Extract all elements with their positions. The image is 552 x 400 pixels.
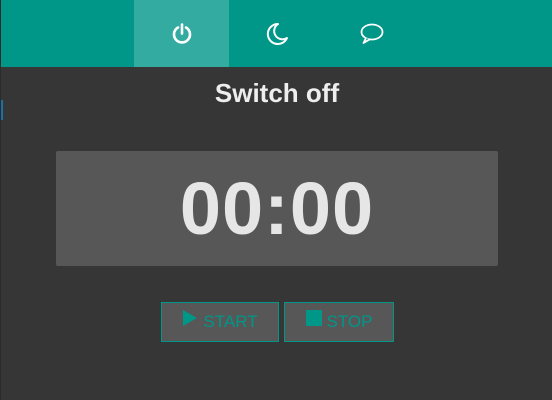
timer-panel: 00:00: [56, 151, 498, 266]
top-navigation-bar: [1, 0, 552, 67]
page-title: Switch off: [214, 78, 340, 108]
tab-power[interactable]: [134, 0, 229, 67]
app-window: Switch off 00:00 START STOP: [0, 0, 552, 400]
timer-display: 00:00: [179, 166, 375, 250]
tab-messages[interactable]: [324, 0, 419, 67]
start-button-label: START: [203, 312, 258, 331]
chat-bubble-icon: [359, 22, 385, 46]
stop-icon: [305, 309, 322, 331]
play-icon: [182, 309, 198, 331]
stop-button[interactable]: STOP: [284, 302, 394, 342]
tab-sleep[interactable]: [229, 0, 324, 67]
start-button[interactable]: START: [161, 302, 279, 342]
moon-icon: [264, 21, 290, 47]
stop-button-label: STOP: [326, 312, 373, 331]
power-icon: [170, 22, 194, 46]
